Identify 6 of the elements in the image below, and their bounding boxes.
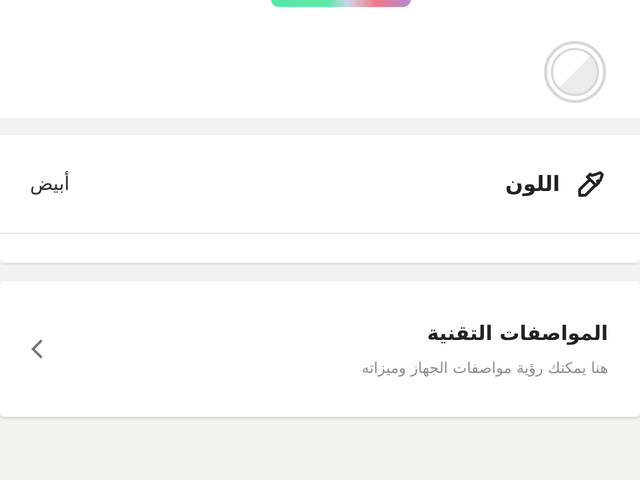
specs-card[interactable]: المواصفات التقنية هنا يمكنك رؤية مواصفات الجهاز وميزاته (0, 281, 640, 417)
color-label: اللون (505, 172, 560, 196)
color-swatch[interactable] (544, 41, 606, 103)
specs-title: المواصفات التقنية (426, 321, 608, 345)
color-value: أبيض (30, 173, 70, 195)
specs-subtitle: هنا يمكنك رؤية مواصفات الجهاز وميزاته (362, 359, 608, 377)
